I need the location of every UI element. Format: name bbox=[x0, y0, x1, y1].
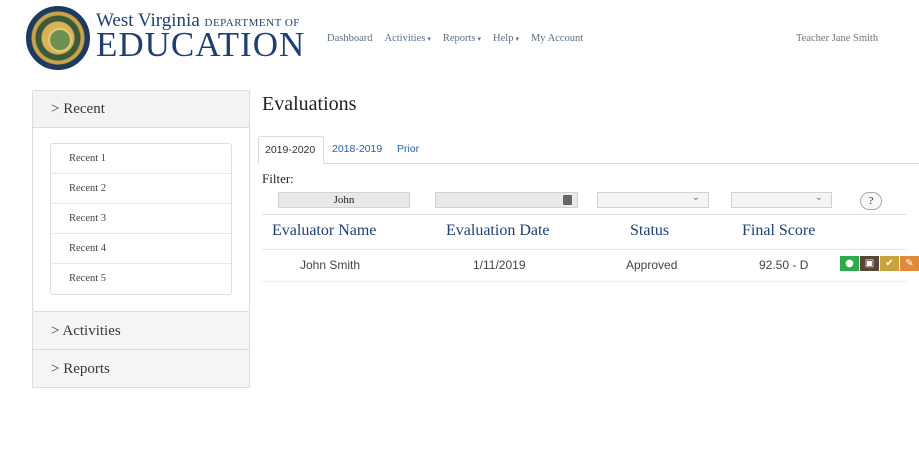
cell-status: Approved bbox=[626, 258, 678, 272]
recent-list: Recent 1 Recent 2 Recent 3 Recent 4 Rece… bbox=[50, 143, 232, 295]
nav-help[interactable]: Help ▾ bbox=[493, 33, 519, 44]
nav-dashboard[interactable]: Dashboard bbox=[327, 33, 373, 44]
tab-prior[interactable]: Prior bbox=[397, 136, 419, 164]
nav-my-account-label: My Account bbox=[530, 33, 584, 44]
filter-date-input[interactable] bbox=[435, 192, 578, 208]
col-header-status[interactable]: Status bbox=[630, 222, 669, 240]
nav-reports[interactable]: Reports ▾ bbox=[443, 33, 481, 44]
filter-score-select[interactable]: ⌄ bbox=[731, 192, 832, 208]
recent-panel: > Recent Recent 1 Recent 2 Recent 3 Rece… bbox=[32, 90, 250, 312]
chevron-down-icon: ⌄ bbox=[691, 192, 700, 203]
divider bbox=[262, 214, 907, 215]
brand-education: EDUCATION bbox=[96, 25, 306, 64]
nav-help-label: Help bbox=[493, 33, 514, 44]
recent-box: Recent 1 Recent 2 Recent 3 Recent 4 Rece… bbox=[33, 128, 249, 311]
tab-2018-2019[interactable]: 2018-2019 bbox=[332, 136, 382, 164]
print-icon[interactable]: ▣ bbox=[860, 256, 879, 271]
recent-item-2[interactable]: Recent 2 bbox=[51, 174, 231, 204]
recent-item-1[interactable]: Recent 1 bbox=[51, 144, 231, 174]
caret-down-icon: ▾ bbox=[427, 35, 431, 43]
filter-status-select[interactable]: ⌄ bbox=[597, 192, 709, 208]
year-tabs: 2019-2020 2018-2019 Prior bbox=[258, 134, 919, 164]
filter-label: Filter: bbox=[262, 171, 294, 186]
nav-activities-label: Activities bbox=[384, 33, 426, 44]
seal-center bbox=[48, 28, 72, 52]
caret-down-icon: ▾ bbox=[477, 35, 482, 43]
nav-my-account[interactable]: My Account bbox=[531, 33, 583, 44]
nav-reports-label: Reports bbox=[442, 33, 476, 44]
cell-date: 1/11/2019 bbox=[473, 258, 526, 272]
nav-dashboard-label: Dashboard bbox=[327, 33, 373, 44]
col-header-evaluator[interactable]: Evaluator Name bbox=[272, 222, 376, 240]
col-header-date[interactable]: Evaluation Date bbox=[446, 222, 550, 240]
cell-score: 92.50 - D bbox=[759, 258, 809, 272]
divider bbox=[262, 281, 907, 282]
chevron-down-icon: ⌄ bbox=[814, 192, 823, 203]
help-button[interactable]: ? bbox=[860, 192, 882, 210]
pencil-icon[interactable]: ✎ bbox=[900, 256, 919, 271]
sidebar: > Recent Recent 1 Recent 2 Recent 3 Rece… bbox=[32, 90, 250, 388]
page-title: Evaluations bbox=[262, 93, 357, 115]
site-header: West Virginia DEPARTMENT OF EDUCATION Da… bbox=[0, 0, 919, 78]
user-name[interactable]: Teacher Jane Smith bbox=[796, 33, 878, 44]
calendar-icon[interactable] bbox=[563, 195, 572, 205]
activities-panel-header[interactable]: > Activities bbox=[32, 312, 250, 350]
check-icon[interactable]: ✔ bbox=[880, 256, 899, 271]
caret-down-icon: ▾ bbox=[515, 35, 519, 43]
recent-item-5[interactable]: Recent 5 bbox=[51, 264, 231, 294]
row-actions: ● ▣ ✔ ✎ bbox=[840, 256, 919, 271]
filter-evaluator-input[interactable]: John bbox=[278, 192, 410, 208]
divider bbox=[262, 249, 907, 250]
reports-panel-header[interactable]: > Reports bbox=[32, 350, 250, 388]
recent-item-3[interactable]: Recent 3 bbox=[51, 204, 231, 234]
col-header-score[interactable]: Final Score bbox=[742, 222, 815, 240]
eye-icon[interactable]: ● bbox=[840, 256, 859, 271]
recent-panel-header[interactable]: > Recent bbox=[33, 91, 249, 128]
tab-2019-2020[interactable]: 2019-2020 bbox=[258, 136, 324, 164]
cell-evaluator: John Smith bbox=[300, 258, 361, 272]
state-seal-logo[interactable] bbox=[26, 6, 90, 70]
nav-activities[interactable]: Activities ▾ bbox=[385, 33, 431, 44]
recent-item-4[interactable]: Recent 4 bbox=[51, 234, 231, 264]
main-nav: Dashboard Activities ▾ Reports ▾ Help ▾ My … bbox=[327, 33, 583, 44]
